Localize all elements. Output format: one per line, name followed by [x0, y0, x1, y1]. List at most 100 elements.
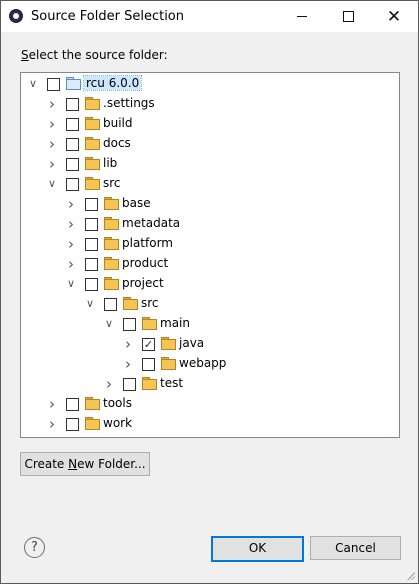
tree-checkbox[interactable] [123, 378, 136, 391]
ok-button[interactable]: OK [211, 536, 304, 562]
tree-checkbox[interactable] [85, 218, 98, 231]
title-bar[interactable]: Source Folder Selection ✕ [1, 1, 418, 32]
tree-checkbox[interactable] [66, 138, 79, 151]
tree-row[interactable]: ∨ rcu 6.0.0 [21, 75, 399, 95]
tree-checkbox[interactable] [85, 258, 98, 271]
tree-item-label: base [122, 196, 151, 210]
create-new-folder-button[interactable]: Create New Folder... [20, 452, 150, 476]
resize-grip-icon[interactable] [405, 570, 415, 580]
tree-item-label: webapp [179, 356, 227, 370]
tree-row[interactable]: › product [21, 255, 399, 275]
tree-checkbox[interactable] [66, 98, 79, 111]
chevron-right-icon[interactable]: › [65, 217, 77, 232]
tree-row[interactable]: › ✓ java [21, 335, 399, 355]
folder-icon [104, 197, 119, 210]
tree-item-label: rcu 6.0.0 [82, 75, 143, 91]
chevron-right-icon[interactable]: › [122, 357, 134, 372]
tree-checkbox[interactable] [66, 398, 79, 411]
tree-row[interactable]: ∨ src [21, 295, 399, 315]
tree-checkbox[interactable] [66, 418, 79, 431]
tree-row[interactable]: › metadata [21, 215, 399, 235]
tree-item-label: platform [122, 236, 173, 250]
tree-row[interactable]: › .settings [21, 95, 399, 115]
chevron-right-icon[interactable]: › [46, 397, 58, 412]
tree-checkbox[interactable]: ✓ [142, 338, 155, 351]
chevron-right-icon[interactable]: › [65, 237, 77, 252]
create-prefix: Create [24, 457, 69, 471]
chevron-right-icon[interactable]: › [103, 377, 115, 392]
tree-row[interactable]: ∨ main [21, 315, 399, 335]
chevron-right-icon[interactable]: › [46, 417, 58, 432]
dialog-window: Source Folder Selection ✕ Select the sou… [0, 0, 419, 584]
folder-icon [85, 417, 100, 430]
minimize-icon [297, 16, 307, 17]
tree-row[interactable]: › webapp [21, 355, 399, 375]
folder-icon [104, 217, 119, 230]
cancel-button[interactable]: Cancel [310, 536, 401, 560]
chevron-right-icon[interactable]: › [46, 157, 58, 172]
maximize-button[interactable] [325, 1, 371, 32]
tree-item-label: work [103, 416, 133, 430]
chevron-right-icon[interactable]: › [46, 117, 58, 132]
tree-checkbox[interactable] [66, 178, 79, 191]
tree-row[interactable]: › build [21, 115, 399, 135]
tree-row[interactable]: › docs [21, 135, 399, 155]
folder-icon [161, 357, 176, 370]
tree-row[interactable]: › platform [21, 235, 399, 255]
window-title: Source Folder Selection [31, 9, 184, 24]
chevron-right-icon[interactable]: › [65, 257, 77, 272]
chevron-right-icon[interactable]: › [122, 337, 134, 352]
tree-item-label: main [160, 316, 190, 330]
close-icon: ✕ [386, 6, 402, 27]
tree-item-label: build [103, 116, 133, 130]
folder-icon [85, 177, 100, 190]
tree-item-label: metadata [122, 216, 181, 230]
tree-checkbox[interactable] [66, 118, 79, 131]
tree-item-label: .settings [103, 96, 155, 110]
tree-row[interactable]: › test [21, 375, 399, 395]
tree-row[interactable]: ∨ src [21, 175, 399, 195]
chevron-right-icon[interactable]: › [65, 197, 77, 212]
chevron-down-icon[interactable]: ∨ [103, 317, 115, 331]
close-button[interactable]: ✕ [371, 1, 417, 32]
tree-checkbox[interactable] [123, 318, 136, 331]
tree-row[interactable]: › lib [21, 155, 399, 175]
folder-icon [85, 97, 100, 110]
chevron-right-icon[interactable]: › [46, 97, 58, 112]
tree-item-label: src [103, 176, 121, 190]
tree-item-label: project [122, 276, 164, 290]
tree-checkbox[interactable] [104, 298, 117, 311]
tree-item-label: docs [103, 136, 131, 150]
tree-item-label: src [141, 296, 159, 310]
chevron-down-icon[interactable]: ∨ [27, 77, 39, 91]
project-folder-icon [66, 77, 81, 90]
tree-checkbox[interactable] [85, 278, 98, 291]
folder-icon [104, 237, 119, 250]
tree-item-label: tools [103, 396, 132, 410]
chevron-down-icon[interactable]: ∨ [46, 177, 58, 191]
tree-item-label: java [179, 336, 205, 350]
chevron-right-icon[interactable]: › [46, 137, 58, 152]
folder-icon [161, 337, 176, 350]
tree-row[interactable]: › tools [21, 395, 399, 415]
create-suffix: ew Folder... [77, 457, 146, 471]
tree-row[interactable]: ∨ project [21, 275, 399, 295]
chevron-down-icon[interactable]: ∨ [65, 277, 77, 291]
folder-icon [85, 157, 100, 170]
folder-icon [123, 297, 138, 310]
prompt-rest: elect the source folder: [28, 48, 168, 62]
tree-checkbox[interactable] [85, 238, 98, 251]
tree-row[interactable]: › base [21, 195, 399, 215]
tree-checkbox[interactable] [66, 158, 79, 171]
folder-tree[interactable]: ∨ rcu 6.0.0 › .settings › build › docs › lib ∨ src ›… [20, 72, 400, 438]
minimize-button[interactable] [279, 1, 325, 32]
tree-checkbox[interactable] [47, 78, 60, 91]
chevron-down-icon[interactable]: ∨ [84, 297, 96, 311]
maximize-icon [342, 11, 354, 22]
tree-checkbox[interactable] [142, 358, 155, 371]
help-icon[interactable]: ? [24, 537, 45, 558]
folder-icon [85, 137, 100, 150]
tree-checkbox[interactable] [85, 198, 98, 211]
select-folder-label: Select the source folder: [21, 48, 168, 62]
tree-row[interactable]: › work [21, 415, 399, 435]
